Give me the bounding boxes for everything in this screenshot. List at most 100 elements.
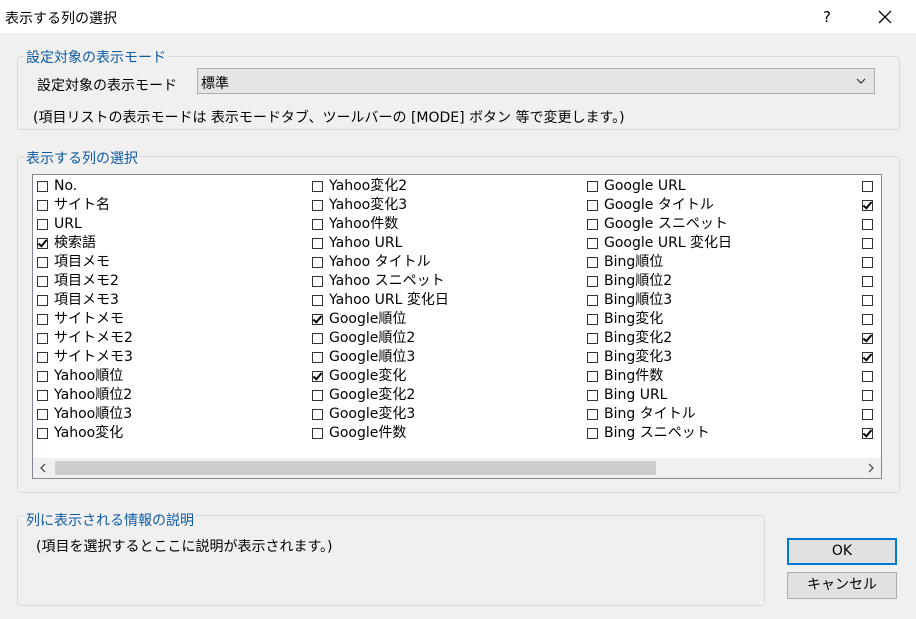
- column-option-checkbox[interactable]: [312, 219, 323, 230]
- display-mode-label: 設定対象の表示モード: [37, 78, 177, 94]
- display-mode-note: (項目リストの表示モードは 表示モードタブ、ツールバーの [MODE] ボタン …: [33, 110, 625, 126]
- column-option-label: Google変化2: [329, 387, 416, 403]
- scrollbar-thumb[interactable]: [55, 461, 656, 475]
- column-option-label: Google変化: [329, 368, 407, 384]
- close-button[interactable]: [870, 4, 900, 30]
- column-option-checkbox[interactable]: [587, 371, 598, 382]
- column-option-label: Bing変化3: [604, 349, 673, 365]
- column-option-label: URL: [54, 216, 82, 232]
- column-option-checkbox[interactable]: [37, 333, 48, 344]
- window-title: 表示する列の選択: [5, 11, 117, 27]
- column-option-checkbox[interactable]: [587, 409, 598, 420]
- column-option-label: Google URL: [604, 178, 686, 194]
- column-option-checkbox[interactable]: [862, 371, 873, 382]
- column-option-checkbox[interactable]: [312, 200, 323, 211]
- column-option-checkbox[interactable]: [587, 200, 598, 211]
- column-option-checkbox[interactable]: [862, 181, 873, 192]
- cancel-button[interactable]: キャンセル: [787, 572, 897, 599]
- column-option-label: Google スニペット: [604, 216, 728, 232]
- column-option-label: Bing変化2: [604, 330, 673, 346]
- column-option-label: Google変化3: [329, 406, 416, 422]
- column-option-label: Yahoo変化2: [329, 178, 408, 194]
- column-option-checkbox[interactable]: [312, 257, 323, 268]
- column-option-checkbox[interactable]: [37, 238, 48, 249]
- column-option-label: Yahoo順位: [54, 368, 124, 384]
- scroll-left-button[interactable]: [33, 458, 53, 478]
- column-option-checkbox[interactable]: [312, 409, 323, 420]
- column-option-checkbox[interactable]: [587, 428, 598, 439]
- column-option-checkbox[interactable]: [37, 314, 48, 325]
- column-option-label: Yahoo変化3: [329, 197, 408, 213]
- column-option-checkbox[interactable]: [312, 371, 323, 382]
- column-option-label: Yahoo順位3: [54, 406, 133, 422]
- column-option-label: Google順位3: [329, 349, 416, 365]
- column-option-label: Bing順位3: [604, 292, 673, 308]
- column-option-checkbox[interactable]: [862, 409, 873, 420]
- column-option-checkbox[interactable]: [312, 352, 323, 363]
- column-option-checkbox[interactable]: [37, 181, 48, 192]
- display-mode-select[interactable]: 標準: [197, 68, 875, 94]
- title-bar: 表示する列の選択 ?: [0, 0, 916, 33]
- column-option-checkbox[interactable]: [37, 295, 48, 306]
- column-option-checkbox[interactable]: [862, 352, 873, 363]
- column-option-label: Google順位2: [329, 330, 416, 346]
- column-option-checkbox[interactable]: [37, 409, 48, 420]
- column-option-checkbox[interactable]: [312, 295, 323, 306]
- column-option-checkbox[interactable]: [312, 314, 323, 325]
- column-option-checkbox[interactable]: [587, 390, 598, 401]
- column-option-label: Google順位: [329, 311, 407, 327]
- column-option-label: Google URL 変化日: [604, 235, 733, 251]
- column-option-checkbox[interactable]: [312, 238, 323, 249]
- column-option-checkbox[interactable]: [587, 333, 598, 344]
- column-option-checkbox[interactable]: [587, 181, 598, 192]
- column-option-checkbox[interactable]: [37, 371, 48, 382]
- column-option-checkbox[interactable]: [312, 181, 323, 192]
- column-option-label: Yahoo変化: [54, 425, 124, 441]
- horizontal-scrollbar[interactable]: [33, 458, 881, 478]
- column-option-checkbox[interactable]: [862, 257, 873, 268]
- column-option-checkbox[interactable]: [37, 428, 48, 439]
- column-option-checkbox[interactable]: [37, 276, 48, 287]
- column-option-checkbox[interactable]: [37, 352, 48, 363]
- column-option-checkbox[interactable]: [587, 352, 598, 363]
- column-option-checkbox[interactable]: [587, 238, 598, 249]
- column-option-checkbox[interactable]: [312, 390, 323, 401]
- column-option-checkbox[interactable]: [587, 257, 598, 268]
- column-option-checkbox[interactable]: [312, 333, 323, 344]
- column-option-label: Bing タイトル: [604, 406, 696, 422]
- display-mode-value: 標準: [201, 76, 229, 92]
- column-option-checkbox[interactable]: [862, 428, 873, 439]
- column-option-checkbox[interactable]: [312, 276, 323, 287]
- column-option-label: Bing順位: [604, 254, 664, 270]
- ok-button[interactable]: OK: [787, 538, 897, 565]
- column-option-checkbox[interactable]: [862, 390, 873, 401]
- column-option-label: Google タイトル: [604, 197, 714, 213]
- column-option-label: Bing件数: [604, 368, 664, 384]
- description-legend: 列に表示される情報の説明: [24, 510, 196, 530]
- help-button[interactable]: ?: [812, 4, 842, 30]
- column-option-label: Yahoo タイトル: [329, 254, 431, 270]
- column-option-checkbox[interactable]: [862, 200, 873, 211]
- column-option-checkbox[interactable]: [587, 219, 598, 230]
- column-option-checkbox[interactable]: [862, 238, 873, 249]
- column-option-checkbox[interactable]: [37, 200, 48, 211]
- column-option-checkbox[interactable]: [37, 257, 48, 268]
- column-checklist[interactable]: No. サイト名 URL 検索語 項目メモ 項目メモ2 項目メモ3 サイトメモ サイトメモ2 サイ…: [32, 174, 882, 479]
- column-option-checkbox[interactable]: [587, 314, 598, 325]
- scroll-right-button[interactable]: [861, 458, 881, 478]
- column-option-checkbox[interactable]: [37, 219, 48, 230]
- column-option-checkbox[interactable]: [587, 295, 598, 306]
- column-option-checkbox[interactable]: [862, 314, 873, 325]
- column-option-label: Bing URL: [604, 387, 668, 403]
- column-option-checkbox[interactable]: [862, 295, 873, 306]
- chevron-left-icon: [40, 463, 46, 473]
- column-option-checkbox[interactable]: [862, 219, 873, 230]
- column-option-label: Yahoo順位2: [54, 387, 133, 403]
- column-option-checkbox[interactable]: [862, 333, 873, 344]
- column-option-label: Bing変化: [604, 311, 664, 327]
- column-option-checkbox[interactable]: [312, 428, 323, 439]
- column-option-checkbox[interactable]: [862, 276, 873, 287]
- column-option-label: サイト名: [54, 197, 110, 213]
- column-option-checkbox[interactable]: [587, 276, 598, 287]
- column-option-checkbox[interactable]: [37, 390, 48, 401]
